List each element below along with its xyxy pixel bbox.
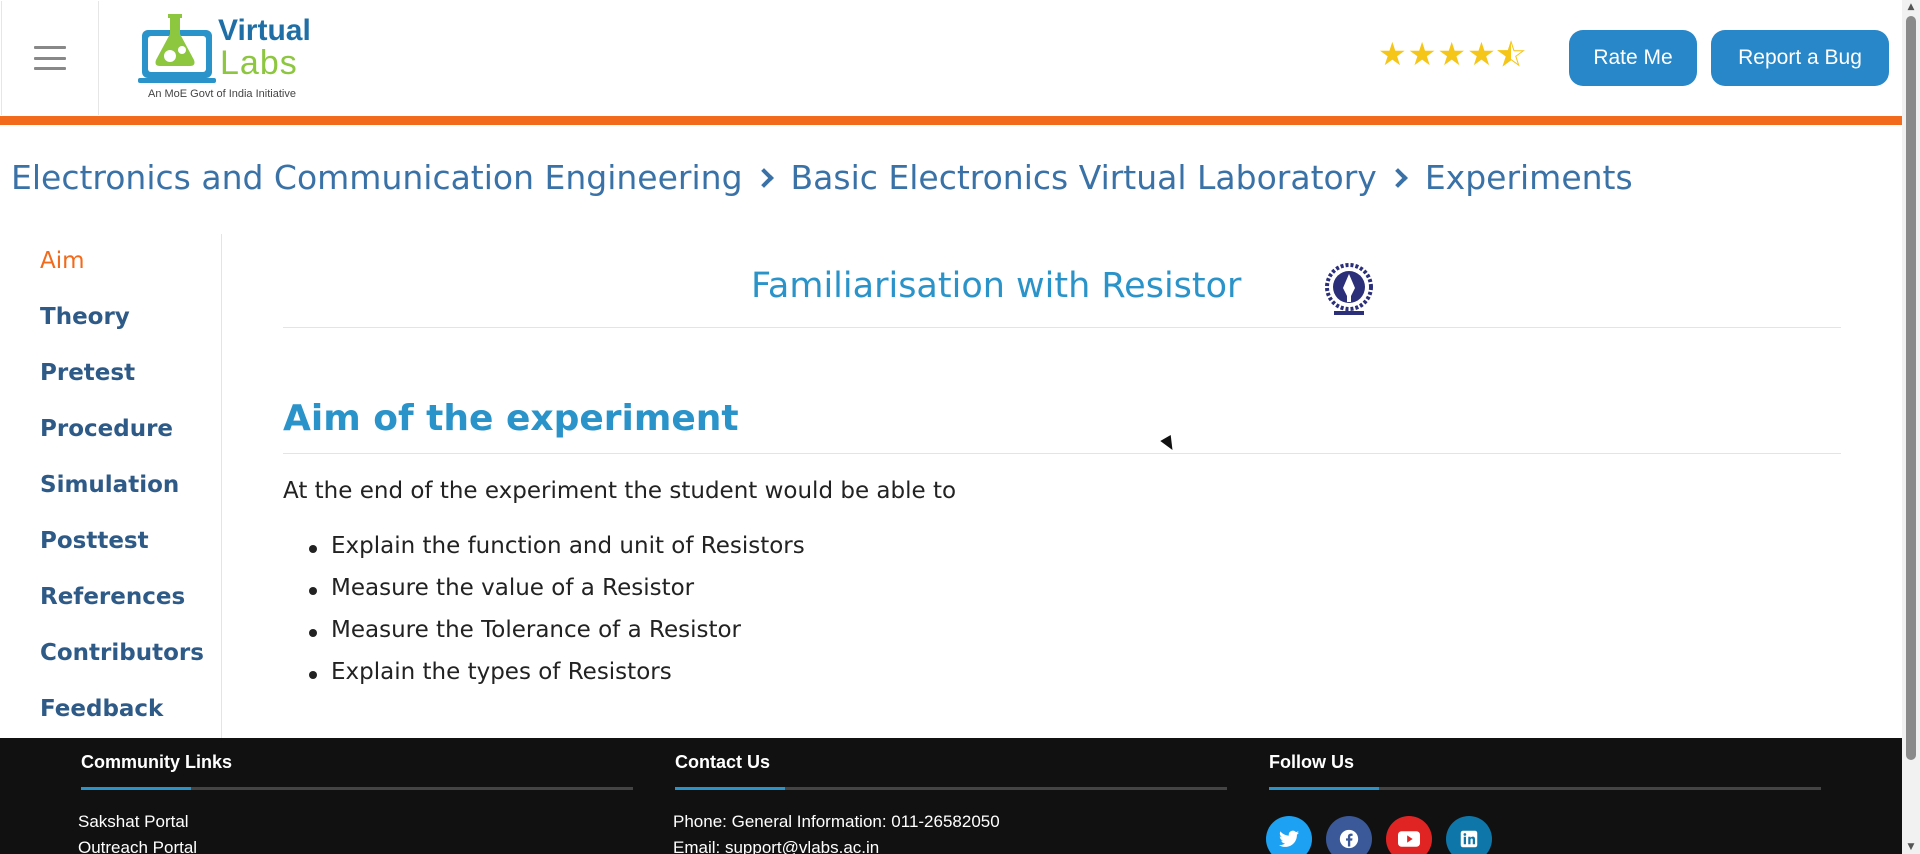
sidebar-item-procedure[interactable]: Procedure	[40, 416, 173, 442]
contact-email[interactable]: Email: support@vlabs.ac.in	[673, 838, 879, 854]
section-divider	[283, 453, 1841, 454]
logo-subtitle: Labs	[220, 44, 298, 82]
sidebar-item-references[interactable]: References	[40, 584, 185, 610]
contact-phone: Phone: General Information: 011-26582050	[673, 812, 1000, 831]
star-icon[interactable]: ★	[1467, 38, 1496, 70]
linkedin-icon[interactable]	[1446, 816, 1492, 854]
scroll-up-icon[interactable]: ▲	[1906, 2, 1916, 12]
outreach-portal-link[interactable]: Outreach Portal	[78, 838, 197, 854]
breadcrumb: Electronics and Communication Engineerin…	[11, 158, 1633, 197]
site-header: Virtual Labs An MoE Govt of India Initia…	[0, 0, 1902, 116]
list-item: Explain the function and unit of Resisto…	[309, 533, 805, 575]
breadcrumb-item-discipline[interactable]: Electronics and Communication Engineerin…	[11, 158, 743, 197]
follow-us-heading: Follow Us	[1269, 752, 1354, 772]
star-icon[interactable]: ★	[1437, 38, 1466, 70]
mouse-cursor-icon	[1160, 434, 1178, 454]
page-scrollbar[interactable]: ▲ ▼	[1902, 0, 1920, 854]
star-icon[interactable]: ★	[1408, 38, 1437, 70]
breadcrumb-item-experiments[interactable]: Experiments	[1425, 158, 1633, 197]
footer-divider-accent	[81, 787, 191, 790]
title-divider	[283, 327, 1841, 328]
aim-intro: At the end of the experiment the student…	[283, 478, 957, 504]
community-links-heading: Community Links	[81, 752, 233, 772]
footer-divider-accent	[675, 787, 785, 790]
chevron-right-icon	[753, 167, 774, 188]
half-star-icon[interactable]: ★	[1496, 38, 1526, 71]
twitter-icon[interactable]	[1266, 816, 1312, 854]
sidebar-item-aim[interactable]: Aim	[40, 248, 85, 274]
menu-toggle-button[interactable]	[1, 1, 99, 115]
experiment-sidebar: Aim Theory Pretest Procedure Simulation …	[0, 234, 222, 738]
logo-title: Virtual	[218, 14, 311, 47]
rating-stars[interactable]: ★ ★ ★ ★ ★	[1378, 38, 1526, 71]
footer-divider-accent	[1269, 787, 1379, 790]
sidebar-item-pretest[interactable]: Pretest	[40, 360, 135, 386]
sidebar-item-contributors[interactable]: Contributors	[40, 640, 204, 666]
report-bug-button[interactable]: Report a Bug	[1711, 30, 1889, 86]
experiment-title: Familiarisation with Resistor	[751, 266, 1242, 306]
sidebar-item-simulation[interactable]: Simulation	[40, 472, 179, 498]
facebook-icon[interactable]	[1326, 816, 1372, 854]
youtube-icon[interactable]	[1386, 816, 1432, 854]
sidebar-item-theory[interactable]: Theory	[40, 304, 130, 330]
sakshat-portal-link[interactable]: Sakshat Portal	[78, 812, 189, 832]
chevron-right-icon	[1387, 167, 1408, 188]
list-item: Measure the Tolerance of a Resistor	[309, 617, 805, 659]
breadcrumb-item-lab[interactable]: Basic Electronics Virtual Laboratory	[791, 158, 1377, 197]
site-footer: Community Links Sakshat Portal Outreach …	[0, 738, 1902, 854]
sidebar-item-posttest[interactable]: Posttest	[40, 528, 149, 554]
header-divider	[0, 116, 1902, 125]
scrollbar-thumb[interactable]	[1906, 16, 1916, 760]
sidebar-item-feedback[interactable]: Feedback	[40, 696, 163, 722]
contact-us-heading: Contact Us	[675, 752, 771, 772]
list-item: Measure the value of a Resistor	[309, 575, 805, 617]
rate-me-button[interactable]: Rate Me	[1569, 30, 1697, 86]
star-icon[interactable]: ★	[1378, 38, 1407, 70]
aim-list: Explain the function and unit of Resisto…	[309, 533, 805, 701]
section-heading: Aim of the experiment	[283, 398, 739, 439]
list-item: Explain the types of Resistors	[309, 659, 805, 701]
hamburger-icon	[34, 46, 66, 70]
institute-logo	[1325, 263, 1373, 315]
logo-tagline: An MoE Govt of India Initiative	[148, 88, 296, 100]
scroll-down-icon[interactable]: ▼	[1906, 842, 1916, 852]
